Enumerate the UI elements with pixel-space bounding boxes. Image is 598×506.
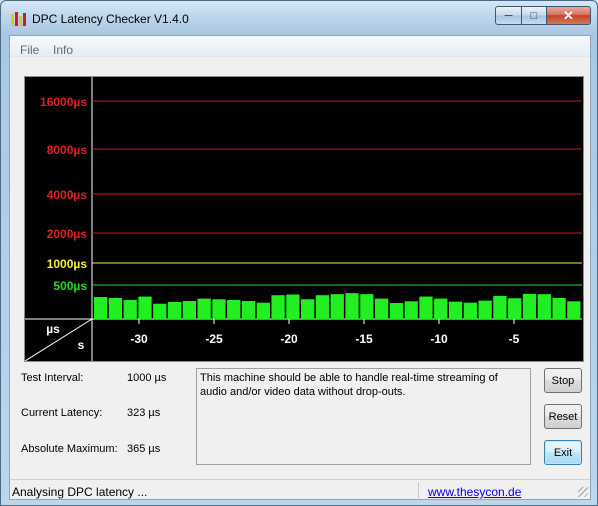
test-interval-value: 1000 µs	[127, 372, 167, 384]
menu-info[interactable]: Info	[53, 43, 73, 57]
x-axis-label: -5	[509, 332, 520, 346]
latency-bar	[286, 294, 300, 319]
latency-bar	[463, 302, 477, 319]
latency-bar	[301, 299, 315, 319]
window-title: DPC Latency Checker V1.4.0	[32, 12, 189, 26]
latency-bar	[108, 297, 123, 319]
x-axis-label: -30	[130, 332, 148, 346]
status-separator	[418, 482, 419, 498]
latency-bar	[212, 299, 226, 319]
latency-bar	[448, 301, 463, 319]
x-axis-label: -20	[280, 332, 298, 346]
latency-bar	[567, 301, 581, 319]
latency-bar	[197, 298, 211, 319]
latency-bar	[182, 300, 197, 319]
y-axis-label: 1000µs	[47, 257, 88, 271]
y-axis-label: 8000µs	[47, 143, 88, 157]
app-window: DPC Latency Checker V1.4.0 ─ □ ✕ File In…	[0, 0, 598, 506]
latency-bar	[123, 299, 137, 319]
latency-bar	[434, 298, 448, 319]
absolute-max-label: Absolute Maximum:	[21, 443, 118, 455]
resize-grip-icon[interactable]	[578, 487, 588, 497]
y-axis-label: 16000µs	[40, 95, 87, 109]
test-interval-label: Test Interval:	[21, 372, 84, 384]
latency-bar	[360, 294, 374, 319]
x-axis-label: -15	[355, 332, 373, 346]
latency-bar	[227, 299, 241, 319]
x-axis-label: -25	[205, 332, 223, 346]
caption-buttons: ─ □ ✕	[495, 6, 591, 26]
reset-button[interactable]: Reset	[544, 404, 582, 429]
latency-bar	[330, 294, 344, 319]
y-axis-label: 4000µs	[47, 188, 88, 202]
status-message-box: This machine should be able to handle re…	[196, 368, 531, 465]
y-axis-label: 2000µs	[47, 227, 88, 241]
current-latency-value: 323 µs	[127, 407, 161, 419]
latency-bar	[94, 297, 108, 319]
latency-bar	[537, 294, 551, 319]
latency-bar	[315, 295, 330, 319]
latency-bar	[374, 298, 389, 319]
close-button[interactable]: ✕	[547, 6, 591, 25]
latency-bar	[552, 297, 566, 319]
menu-bar: File Info	[10, 36, 590, 57]
stop-button[interactable]: Stop	[544, 368, 582, 393]
latency-bar	[271, 295, 285, 319]
corner-unit-us: µs	[46, 322, 60, 336]
y-axis-label: 500µs	[53, 279, 87, 293]
maximize-button[interactable]: □	[522, 6, 547, 25]
corner-unit-s: s	[78, 338, 85, 352]
latency-bar	[345, 293, 359, 319]
latency-graph: 16000µs 8000µs 4000µs 2000µs 1000µs 500µs -30 -…	[24, 76, 584, 362]
website-link[interactable]: www.thesycon.de	[428, 485, 521, 499]
title-bar[interactable]: DPC Latency Checker V1.4.0 ─ □ ✕	[1, 1, 597, 35]
absolute-max-value: 365 µs	[127, 443, 161, 455]
latency-bar	[389, 303, 404, 319]
status-text: Analysing DPC latency ...	[12, 485, 148, 499]
latency-bar	[153, 303, 167, 319]
bar-chart-icon	[11, 12, 27, 26]
latency-bar	[508, 298, 522, 319]
latency-bar	[241, 300, 256, 319]
latency-bar	[404, 301, 418, 319]
minimize-button[interactable]: ─	[495, 6, 522, 25]
latency-bar	[167, 302, 182, 319]
latency-bar	[493, 295, 507, 319]
x-axis-label: -10	[430, 332, 448, 346]
status-bar: Analysing DPC latency ... www.thesycon.d…	[10, 479, 590, 499]
latency-bar	[522, 293, 537, 319]
menu-file[interactable]: File	[20, 43, 39, 57]
latency-bar	[419, 296, 433, 319]
exit-button[interactable]: Exit	[544, 440, 582, 465]
client-area: File Info 16000µs 8000µs 4000µs 2000µs 1000µ…	[9, 35, 591, 500]
latency-bar	[478, 300, 492, 319]
latency-bar	[138, 296, 152, 319]
latency-bar	[256, 302, 270, 319]
current-latency-label: Current Latency:	[21, 407, 103, 419]
latency-graph-canvas: 16000µs 8000µs 4000µs 2000µs 1000µs 500µs -30 -…	[25, 77, 582, 361]
